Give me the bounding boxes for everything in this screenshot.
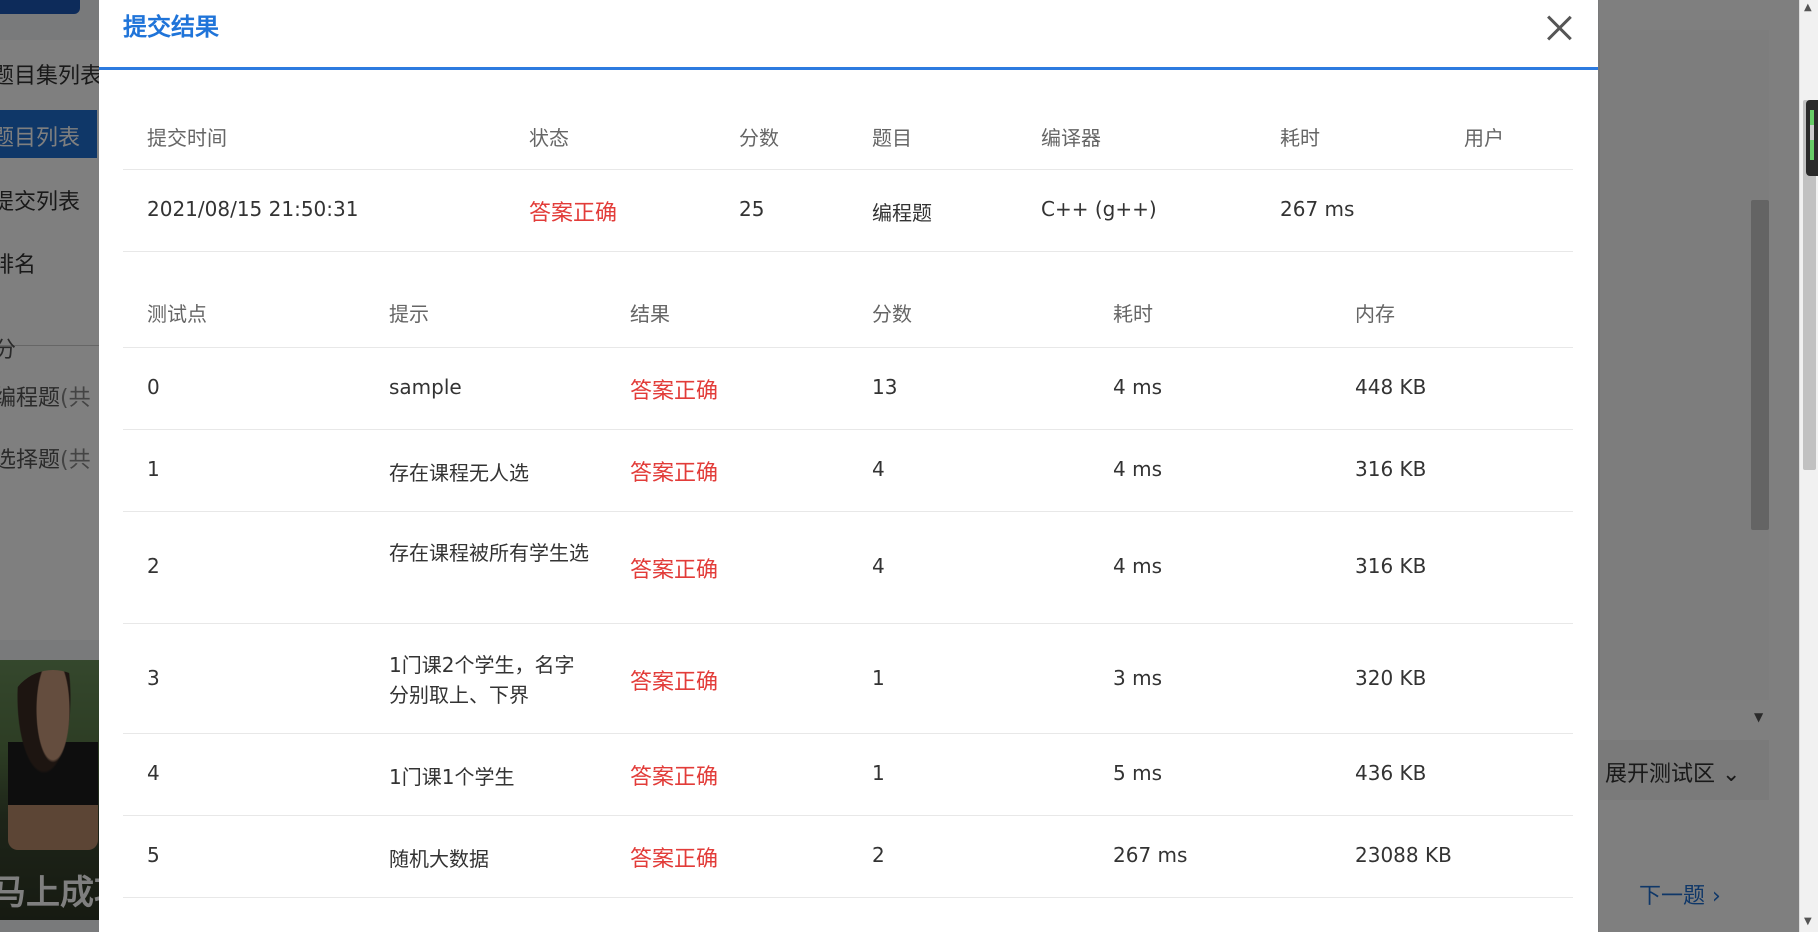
summary-table: 提交时间 状态 分数 题目 编译器 耗时 用户 2021/08/15 21:50… [123, 102, 1573, 252]
case-id: 5 [147, 843, 160, 867]
case-time: 3 ms [1113, 666, 1162, 690]
case-time: 4 ms [1113, 375, 1162, 399]
column-header-submit-time: 提交时间 [147, 126, 227, 150]
column-header-memory: 内存 [1355, 302, 1395, 326]
column-header-result: 结果 [630, 302, 670, 326]
column-header-compiler: 编译器 [1041, 126, 1101, 150]
case-score: 13 [872, 375, 898, 399]
column-header-score: 分数 [739, 126, 779, 150]
scroll-down-icon[interactable]: ▼ [1804, 916, 1812, 927]
case-hint: 存在课程被所有学生选 [389, 541, 589, 565]
side-widget-icon[interactable] [1806, 100, 1818, 176]
test-cases-table: 测试点 提示 结果 分数 耗时 内存 0 sample 答案正确 13 4 ms… [123, 268, 1573, 898]
submit-time: 2021/08/15 21:50:31 [147, 197, 359, 221]
case-id: 4 [147, 761, 160, 785]
case-time: 4 ms [1113, 554, 1162, 578]
table-row: 5 随机大数据 答案正确 2 267 ms 23088 KB [123, 816, 1573, 898]
table-row: 3 1门课2个学生，名字分别取上、下界 答案正确 1 3 ms 320 KB [123, 624, 1573, 734]
summary-row: 2021/08/15 21:50:31 答案正确 25 编程题 C++ (g++… [123, 170, 1573, 252]
case-score: 4 [872, 457, 885, 481]
case-id: 0 [147, 375, 160, 399]
table-row: 1 存在课程无人选 答案正确 4 4 ms 316 KB [123, 430, 1573, 512]
table-row: 2 存在课程被所有学生选 答案正确 4 4 ms 316 KB [123, 512, 1573, 624]
summary-header-row: 提交时间 状态 分数 题目 编译器 耗时 用户 [123, 102, 1573, 170]
total-score: 25 [739, 197, 765, 221]
column-header-status: 状态 [529, 126, 569, 150]
case-score: 4 [872, 554, 885, 578]
case-memory: 23088 KB [1355, 843, 1452, 867]
case-result: 答案正确 [630, 765, 719, 790]
scroll-up-icon[interactable]: ▲ [1804, 2, 1812, 13]
submission-result-dialog: 提交结果 提交时间 状态 分数 题目 编译器 耗时 用户 2021/08/15 … [99, 0, 1598, 932]
cases-header-row: 测试点 提示 结果 分数 耗时 内存 [123, 268, 1573, 348]
case-time: 267 ms [1113, 843, 1188, 867]
case-memory: 436 KB [1355, 761, 1427, 785]
status-badge: 答案正确 [529, 201, 618, 226]
case-memory: 448 KB [1355, 375, 1427, 399]
case-score: 1 [872, 666, 885, 690]
case-memory: 316 KB [1355, 554, 1427, 578]
column-header-case-time: 耗时 [1113, 302, 1153, 326]
problem-type: 编程题 [872, 201, 932, 225]
case-hint: 存在课程无人选 [389, 461, 529, 485]
table-row: 0 sample 答案正确 13 4 ms 448 KB [123, 348, 1573, 430]
case-id: 3 [147, 666, 160, 690]
case-result: 答案正确 [630, 847, 719, 872]
case-result: 答案正确 [630, 670, 719, 695]
dialog-title: 提交结果 [123, 13, 219, 41]
column-header-user: 用户 [1464, 126, 1504, 150]
column-header-case-score: 分数 [872, 302, 912, 326]
total-elapsed: 267 ms [1280, 197, 1355, 221]
case-hint: 随机大数据 [389, 847, 489, 871]
dialog-header: 提交结果 [99, 0, 1598, 70]
case-score: 1 [872, 761, 885, 785]
case-memory: 320 KB [1355, 666, 1427, 690]
case-memory: 316 KB [1355, 457, 1427, 481]
case-time: 5 ms [1113, 761, 1162, 785]
case-result: 答案正确 [630, 461, 719, 486]
case-hint: 1门课2个学生，名字分别取上、下界 [389, 653, 575, 707]
compiler: C++ (g++) [1041, 197, 1157, 221]
case-hint: sample [389, 375, 462, 399]
case-id: 1 [147, 457, 160, 481]
case-score: 2 [872, 843, 885, 867]
case-result: 答案正确 [630, 379, 719, 404]
column-header-problem: 题目 [872, 126, 912, 150]
case-result: 答案正确 [630, 558, 719, 583]
case-hint: 1门课1个学生 [389, 765, 515, 789]
column-header-case: 测试点 [147, 302, 207, 326]
case-time: 4 ms [1113, 457, 1162, 481]
column-header-hint: 提示 [389, 302, 429, 326]
table-row: 4 1门课1个学生 答案正确 1 5 ms 436 KB [123, 734, 1573, 816]
case-id: 2 [147, 554, 160, 578]
column-header-elapsed: 耗时 [1280, 126, 1320, 150]
close-icon[interactable] [1539, 6, 1579, 46]
